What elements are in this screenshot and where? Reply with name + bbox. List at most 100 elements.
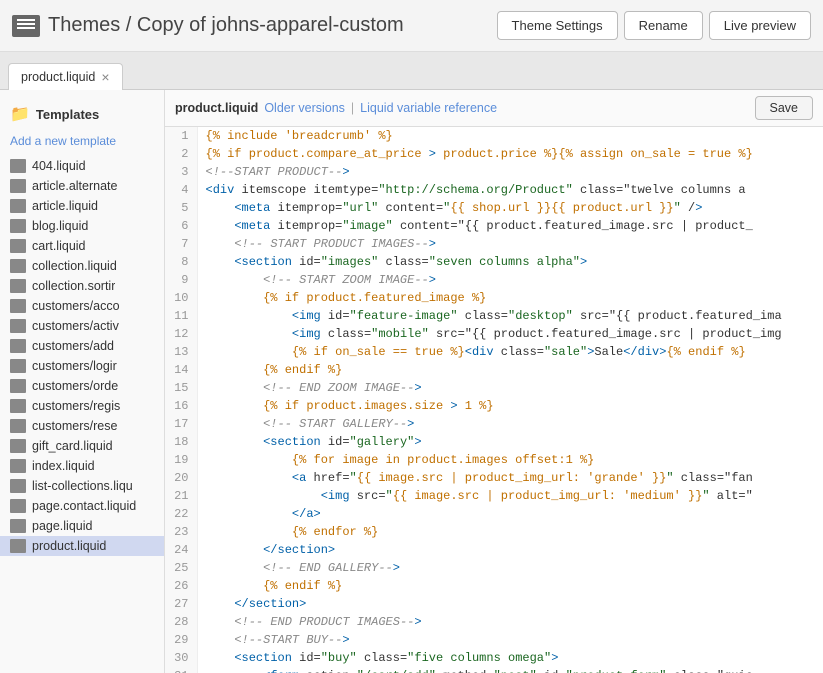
folder-icon: 📁 xyxy=(10,104,30,124)
line-code: <section id="gallery"> xyxy=(197,433,823,451)
editor-area: product.liquid Older versions | Liquid v… xyxy=(165,90,823,673)
sidebar-item-label: customers/add xyxy=(32,339,114,353)
line-number: 3 xyxy=(165,163,197,181)
liquid-ref-link[interactable]: Liquid variable reference xyxy=(360,101,497,115)
line-number: 28 xyxy=(165,613,197,631)
table-row: 11 <img id="feature-image" class="deskto… xyxy=(165,307,823,325)
sidebar-item[interactable]: customers/acco xyxy=(0,296,164,316)
line-number: 29 xyxy=(165,631,197,649)
sidebar-item[interactable]: article.liquid xyxy=(0,196,164,216)
sidebar-item-label: customers/regis xyxy=(32,399,120,413)
themes-icon xyxy=(12,15,40,37)
older-versions-link[interactable]: Older versions xyxy=(264,101,345,115)
file-icon xyxy=(10,399,26,413)
table-row: 30 <section id="buy" class="five columns… xyxy=(165,649,823,667)
code-editor[interactable]: 1{% include 'breadcrumb' %}2{% if produc… xyxy=(165,127,823,673)
sidebar-item[interactable]: blog.liquid xyxy=(0,216,164,236)
theme-settings-button[interactable]: Theme Settings xyxy=(497,11,618,40)
line-number: 18 xyxy=(165,433,197,451)
sidebar-item[interactable]: customers/regis xyxy=(0,396,164,416)
table-row: 18 <section id="gallery"> xyxy=(165,433,823,451)
editor-separator: | xyxy=(351,101,354,115)
save-button[interactable]: Save xyxy=(755,96,814,120)
table-row: 7 <!-- START PRODUCT IMAGES--> xyxy=(165,235,823,253)
line-number: 26 xyxy=(165,577,197,595)
sidebar-item[interactable]: customers/rese xyxy=(0,416,164,436)
tab-product-liquid[interactable]: product.liquid × xyxy=(8,63,123,90)
line-number: 31 xyxy=(165,667,197,673)
file-icon xyxy=(10,519,26,533)
header-buttons: Theme Settings Rename Live preview xyxy=(497,11,811,40)
file-icon xyxy=(10,259,26,273)
line-number: 16 xyxy=(165,397,197,415)
line-code: <form action="/cart/add" method="post" i… xyxy=(197,667,823,673)
sidebar-item-label: customers/activ xyxy=(32,319,119,333)
breadcrumb: Themes / Copy of johns-apparel-custom xyxy=(48,14,404,37)
add-template-link[interactable]: Add a new template xyxy=(0,130,164,156)
sidebar-item[interactable]: gift_card.liquid xyxy=(0,436,164,456)
file-icon xyxy=(10,539,26,553)
line-number: 4 xyxy=(165,181,197,199)
line-code: <img class="mobile" src="{{ product.feat… xyxy=(197,325,823,343)
editor-header: product.liquid Older versions | Liquid v… xyxy=(165,90,823,127)
rename-button[interactable]: Rename xyxy=(624,11,703,40)
editor-header-left: product.liquid Older versions | Liquid v… xyxy=(175,101,497,115)
main-area: 📁 Templates Add a new template 404.liqui… xyxy=(0,90,823,673)
sidebar-item[interactable]: collection.liquid xyxy=(0,256,164,276)
sidebar-item[interactable]: cart.liquid xyxy=(0,236,164,256)
sidebar-item-label: list-collections.liqu xyxy=(32,479,133,493)
line-number: 5 xyxy=(165,199,197,217)
sidebar-item[interactable]: index.liquid xyxy=(0,456,164,476)
line-code: <!-- END PRODUCT IMAGES--> xyxy=(197,613,823,631)
sidebar-item-label: product.liquid xyxy=(32,539,106,553)
line-code: <img id="feature-image" class="desktop" … xyxy=(197,307,823,325)
table-row: 15 <!-- END ZOOM IMAGE--> xyxy=(165,379,823,397)
file-icon xyxy=(10,199,26,213)
tab-close-button[interactable]: × xyxy=(101,70,109,84)
table-row: 25 <!-- END GALLERY--> xyxy=(165,559,823,577)
sidebar-item-label: 404.liquid xyxy=(32,159,86,173)
sidebar-item-label: customers/rese xyxy=(32,419,117,433)
header-left: Themes / Copy of johns-apparel-custom xyxy=(12,14,404,37)
line-number: 15 xyxy=(165,379,197,397)
line-code: </section> xyxy=(197,541,823,559)
sidebar-item-label: blog.liquid xyxy=(32,219,88,233)
line-number: 1 xyxy=(165,127,197,145)
line-number: 27 xyxy=(165,595,197,613)
sidebar-item[interactable]: 404.liquid xyxy=(0,156,164,176)
sidebar-item[interactable]: article.alternate xyxy=(0,176,164,196)
line-code: </section> xyxy=(197,595,823,613)
line-number: 10 xyxy=(165,289,197,307)
sidebar-section-label: Templates xyxy=(36,107,99,122)
sidebar-item[interactable]: list-collections.liqu xyxy=(0,476,164,496)
sidebar-item-label: collection.liquid xyxy=(32,259,117,273)
sidebar-item[interactable]: customers/logir xyxy=(0,356,164,376)
file-icon xyxy=(10,439,26,453)
tab-label: product.liquid xyxy=(21,70,95,84)
line-code: <!-- START PRODUCT IMAGES--> xyxy=(197,235,823,253)
tabs-bar: product.liquid × xyxy=(0,52,823,90)
file-icon xyxy=(10,479,26,493)
sidebar-item-label: customers/acco xyxy=(32,299,120,313)
table-row: 5 <meta itemprop="url" content="{{ shop.… xyxy=(165,199,823,217)
sidebar-items-list: 404.liquid article.alternatearticle.liqui… xyxy=(0,156,164,556)
file-icon xyxy=(10,339,26,353)
table-row: 20 <a href="{{ image.src | product_img_u… xyxy=(165,469,823,487)
sidebar-item[interactable]: customers/add xyxy=(0,336,164,356)
sidebar-item[interactable]: product.liquid xyxy=(0,536,164,556)
sidebar-item-label: cart.liquid xyxy=(32,239,86,253)
sidebar-item[interactable]: page.contact.liquid xyxy=(0,496,164,516)
sidebar-item[interactable]: customers/orde xyxy=(0,376,164,396)
sidebar-item[interactable]: collection.sortir xyxy=(0,276,164,296)
line-code: <img src="{{ image.src | product_img_url… xyxy=(197,487,823,505)
table-row: 8 <section id="images" class="seven colu… xyxy=(165,253,823,271)
editor-filename: product.liquid xyxy=(175,101,258,115)
line-number: 12 xyxy=(165,325,197,343)
sidebar-item-label: page.liquid xyxy=(32,519,92,533)
live-preview-button[interactable]: Live preview xyxy=(709,11,811,40)
table-row: 3<!--START PRODUCT--> xyxy=(165,163,823,181)
sidebar-item[interactable]: customers/activ xyxy=(0,316,164,336)
code-table: 1{% include 'breadcrumb' %}2{% if produc… xyxy=(165,127,823,673)
sidebar-item[interactable]: page.liquid xyxy=(0,516,164,536)
line-number: 17 xyxy=(165,415,197,433)
